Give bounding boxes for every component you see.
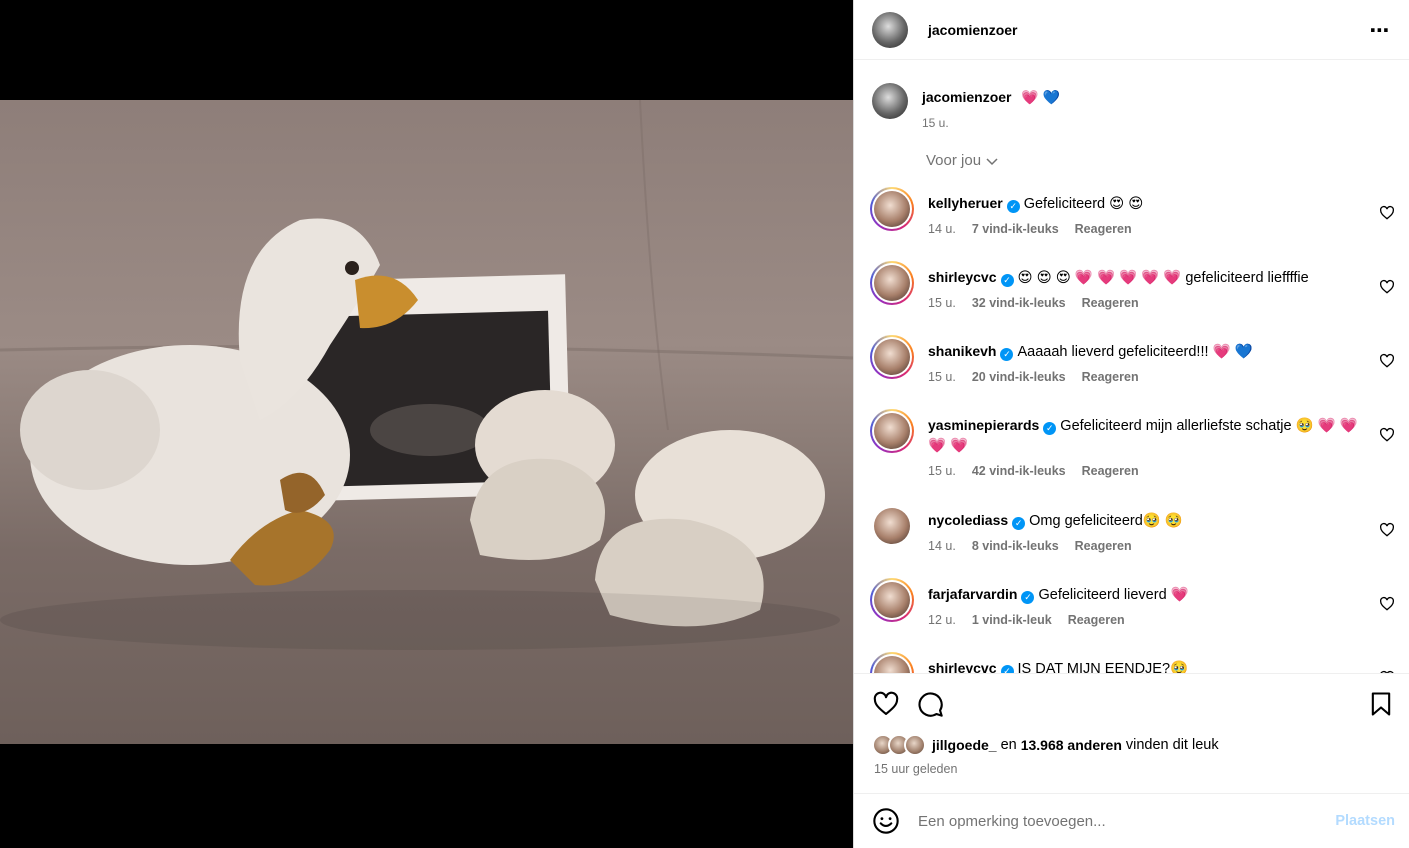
save-bookmark-icon[interactable]	[1367, 690, 1395, 718]
comment-filter-label: Voor jou	[926, 152, 982, 169]
verified-badge-icon: ✓	[1000, 665, 1014, 673]
comment-text: Omg gefeliciteerd🥹 🥹	[1029, 513, 1183, 529]
posted-ago[interactable]: 15 uur geleden	[854, 756, 1409, 776]
author-avatar[interactable]	[872, 11, 908, 48]
media-pane	[0, 0, 853, 848]
post-photo[interactable]	[0, 100, 853, 744]
comment-row: shirleycvc ✓ IS DAT MIJN EENDJE?🥹	[854, 652, 1409, 673]
comment-time: 14 u.	[928, 539, 956, 553]
post-comment-button[interactable]: Plaatsen	[1335, 813, 1395, 829]
emoji-smile-icon[interactable]	[872, 807, 900, 835]
comment-username[interactable]: nycolediass	[928, 512, 1008, 528]
comment-row: shirleycvc ✓ 😍 😍 😍 💗 💗 💗 💗 💗 gefeliciteerd…	[854, 261, 1409, 310]
verified-badge-icon: ✓	[1000, 348, 1014, 361]
post-caption: jacomienzoer 💗 💙 15 u.	[854, 61, 1409, 130]
reply-button[interactable]: Reageren	[1075, 539, 1132, 553]
reply-button[interactable]: Reageren	[1082, 464, 1139, 478]
reply-button[interactable]: Reageren	[1068, 613, 1125, 627]
comment-like-heart-icon[interactable]	[1379, 279, 1395, 295]
caption-time: 15 u.	[922, 116, 949, 130]
chevron-down-icon	[986, 157, 998, 165]
comment-like-heart-icon[interactable]	[1379, 205, 1395, 221]
comment-text: Gefeliciteerd lieverd 💗	[1038, 587, 1189, 603]
liked-by-count[interactable]: 13.968 anderen	[1021, 737, 1122, 753]
comment-time: 15 u.	[928, 464, 956, 478]
liked-by-avatars[interactable]	[872, 734, 926, 756]
caption-username[interactable]: jacomienzoer	[922, 89, 1011, 105]
comments-panel: jacomienzoer ⋯ jacomienzoer 💗 💙 15 u. Vo…	[853, 0, 1409, 848]
comment-time: 15 u.	[928, 296, 956, 310]
comment-row: farjafarvardin ✓ Gefeliciteerd lieverd 💗 12…	[854, 578, 1409, 627]
comment-username[interactable]: shanikevh	[928, 343, 996, 359]
comment-row: yasminepierards ✓ Gefeliciteerd mijn aller…	[854, 409, 1409, 478]
comment-like-heart-icon[interactable]	[1379, 522, 1395, 538]
post-actions: jillgoede_ en 13.968 anderen vinden dit …	[854, 673, 1409, 793]
liked-by-middle: en	[1000, 737, 1017, 753]
commenter-avatar[interactable]	[870, 409, 914, 453]
comment-likes[interactable]: 1 vind-ik-leuk	[972, 613, 1052, 627]
more-options-icon[interactable]: ⋯	[1365, 15, 1395, 45]
post-viewer: jacomienzoer ⋯ jacomienzoer 💗 💙 15 u. Vo…	[0, 0, 1409, 848]
verified-badge-icon: ✓	[1043, 422, 1057, 435]
like-heart-icon[interactable]	[872, 690, 900, 718]
comment-row: kellyheruer ✓ Gefeliciteerd 😍 😍 14 u. 7 vind…	[854, 187, 1409, 236]
reply-button[interactable]: Reageren	[1075, 222, 1132, 236]
photo-illustration	[0, 100, 853, 650]
liked-by-user[interactable]: jillgoede_	[932, 737, 997, 753]
verified-badge-icon: ✓	[1006, 200, 1020, 213]
commenter-avatar[interactable]	[870, 335, 914, 379]
comment-time: 15 u.	[928, 370, 956, 384]
comment-text: Gefeliciteerd 😍 😍	[1023, 196, 1144, 212]
comment-likes[interactable]: 32 vind-ik-leuks	[972, 296, 1066, 310]
comment-row: nycolediass ✓ Omg gefeliciteerd🥹 🥹 14 u. 8 v…	[854, 504, 1409, 553]
reply-button[interactable]: Reageren	[1082, 370, 1139, 384]
commenter-avatar[interactable]	[870, 504, 914, 548]
comment-like-heart-icon[interactable]	[1379, 427, 1395, 443]
commenter-avatar[interactable]	[870, 261, 914, 305]
comment-likes[interactable]: 42 vind-ik-leuks	[972, 464, 1066, 478]
comment-filter-dropdown[interactable]: Voor jou	[926, 152, 999, 169]
commenter-avatar[interactable]	[870, 652, 914, 673]
caption-text: 💗 💙	[1021, 89, 1061, 105]
verified-badge-icon: ✓	[1000, 274, 1014, 287]
author-username[interactable]: jacomienzoer	[928, 22, 1017, 38]
comment-username[interactable]: kellyheruer	[928, 195, 1003, 211]
comment-input[interactable]	[918, 812, 1336, 830]
comment-likes[interactable]: 7 vind-ik-leuks	[972, 222, 1059, 236]
comment-bubble-icon[interactable]	[916, 690, 944, 718]
comment-time: 12 u.	[928, 613, 956, 627]
liked-by-suffix: vinden dit leuk	[1125, 737, 1219, 753]
comment-username[interactable]: farjafarvardin	[928, 586, 1017, 602]
add-comment-bar: Plaatsen	[854, 793, 1409, 848]
comment-username[interactable]: shirleycvc	[928, 269, 997, 285]
liked-by-summary: jillgoede_ en 13.968 anderen vinden dit …	[854, 722, 1409, 756]
comment-row: shanikevh ✓ Aaaaah lieverd gefeliciteerd!!…	[854, 335, 1409, 384]
verified-badge-icon: ✓	[1021, 591, 1035, 604]
comment-text: Aaaaah lieverd gefeliciteerd!!! 💗 💙	[1017, 344, 1253, 360]
commenter-avatar[interactable]	[870, 578, 914, 622]
comment-like-heart-icon[interactable]	[1379, 596, 1395, 612]
comment-like-heart-icon[interactable]	[1379, 353, 1395, 369]
post-header: jacomienzoer ⋯	[854, 0, 1409, 60]
comment-likes[interactable]: 20 vind-ik-leuks	[972, 370, 1066, 384]
comment-text: 😍 😍 😍 💗 💗 💗 💗 💗 gefeliciteerd lieffffie	[1017, 270, 1309, 286]
comments-scroll[interactable]: jacomienzoer 💗 💙 15 u. Voor jou kellyher…	[854, 61, 1409, 673]
comment-username[interactable]: shirleycvc	[928, 660, 997, 673]
verified-badge-icon: ✓	[1012, 517, 1026, 530]
comment-likes[interactable]: 8 vind-ik-leuks	[972, 539, 1059, 553]
comment-time: 14 u.	[928, 222, 956, 236]
comment-text: IS DAT MIJN EENDJE?🥹	[1017, 661, 1189, 673]
commenter-avatar[interactable]	[870, 187, 914, 231]
caption-avatar[interactable]	[872, 83, 908, 119]
reply-button[interactable]: Reageren	[1082, 296, 1139, 310]
comment-username[interactable]: yasminepierards	[928, 417, 1039, 433]
